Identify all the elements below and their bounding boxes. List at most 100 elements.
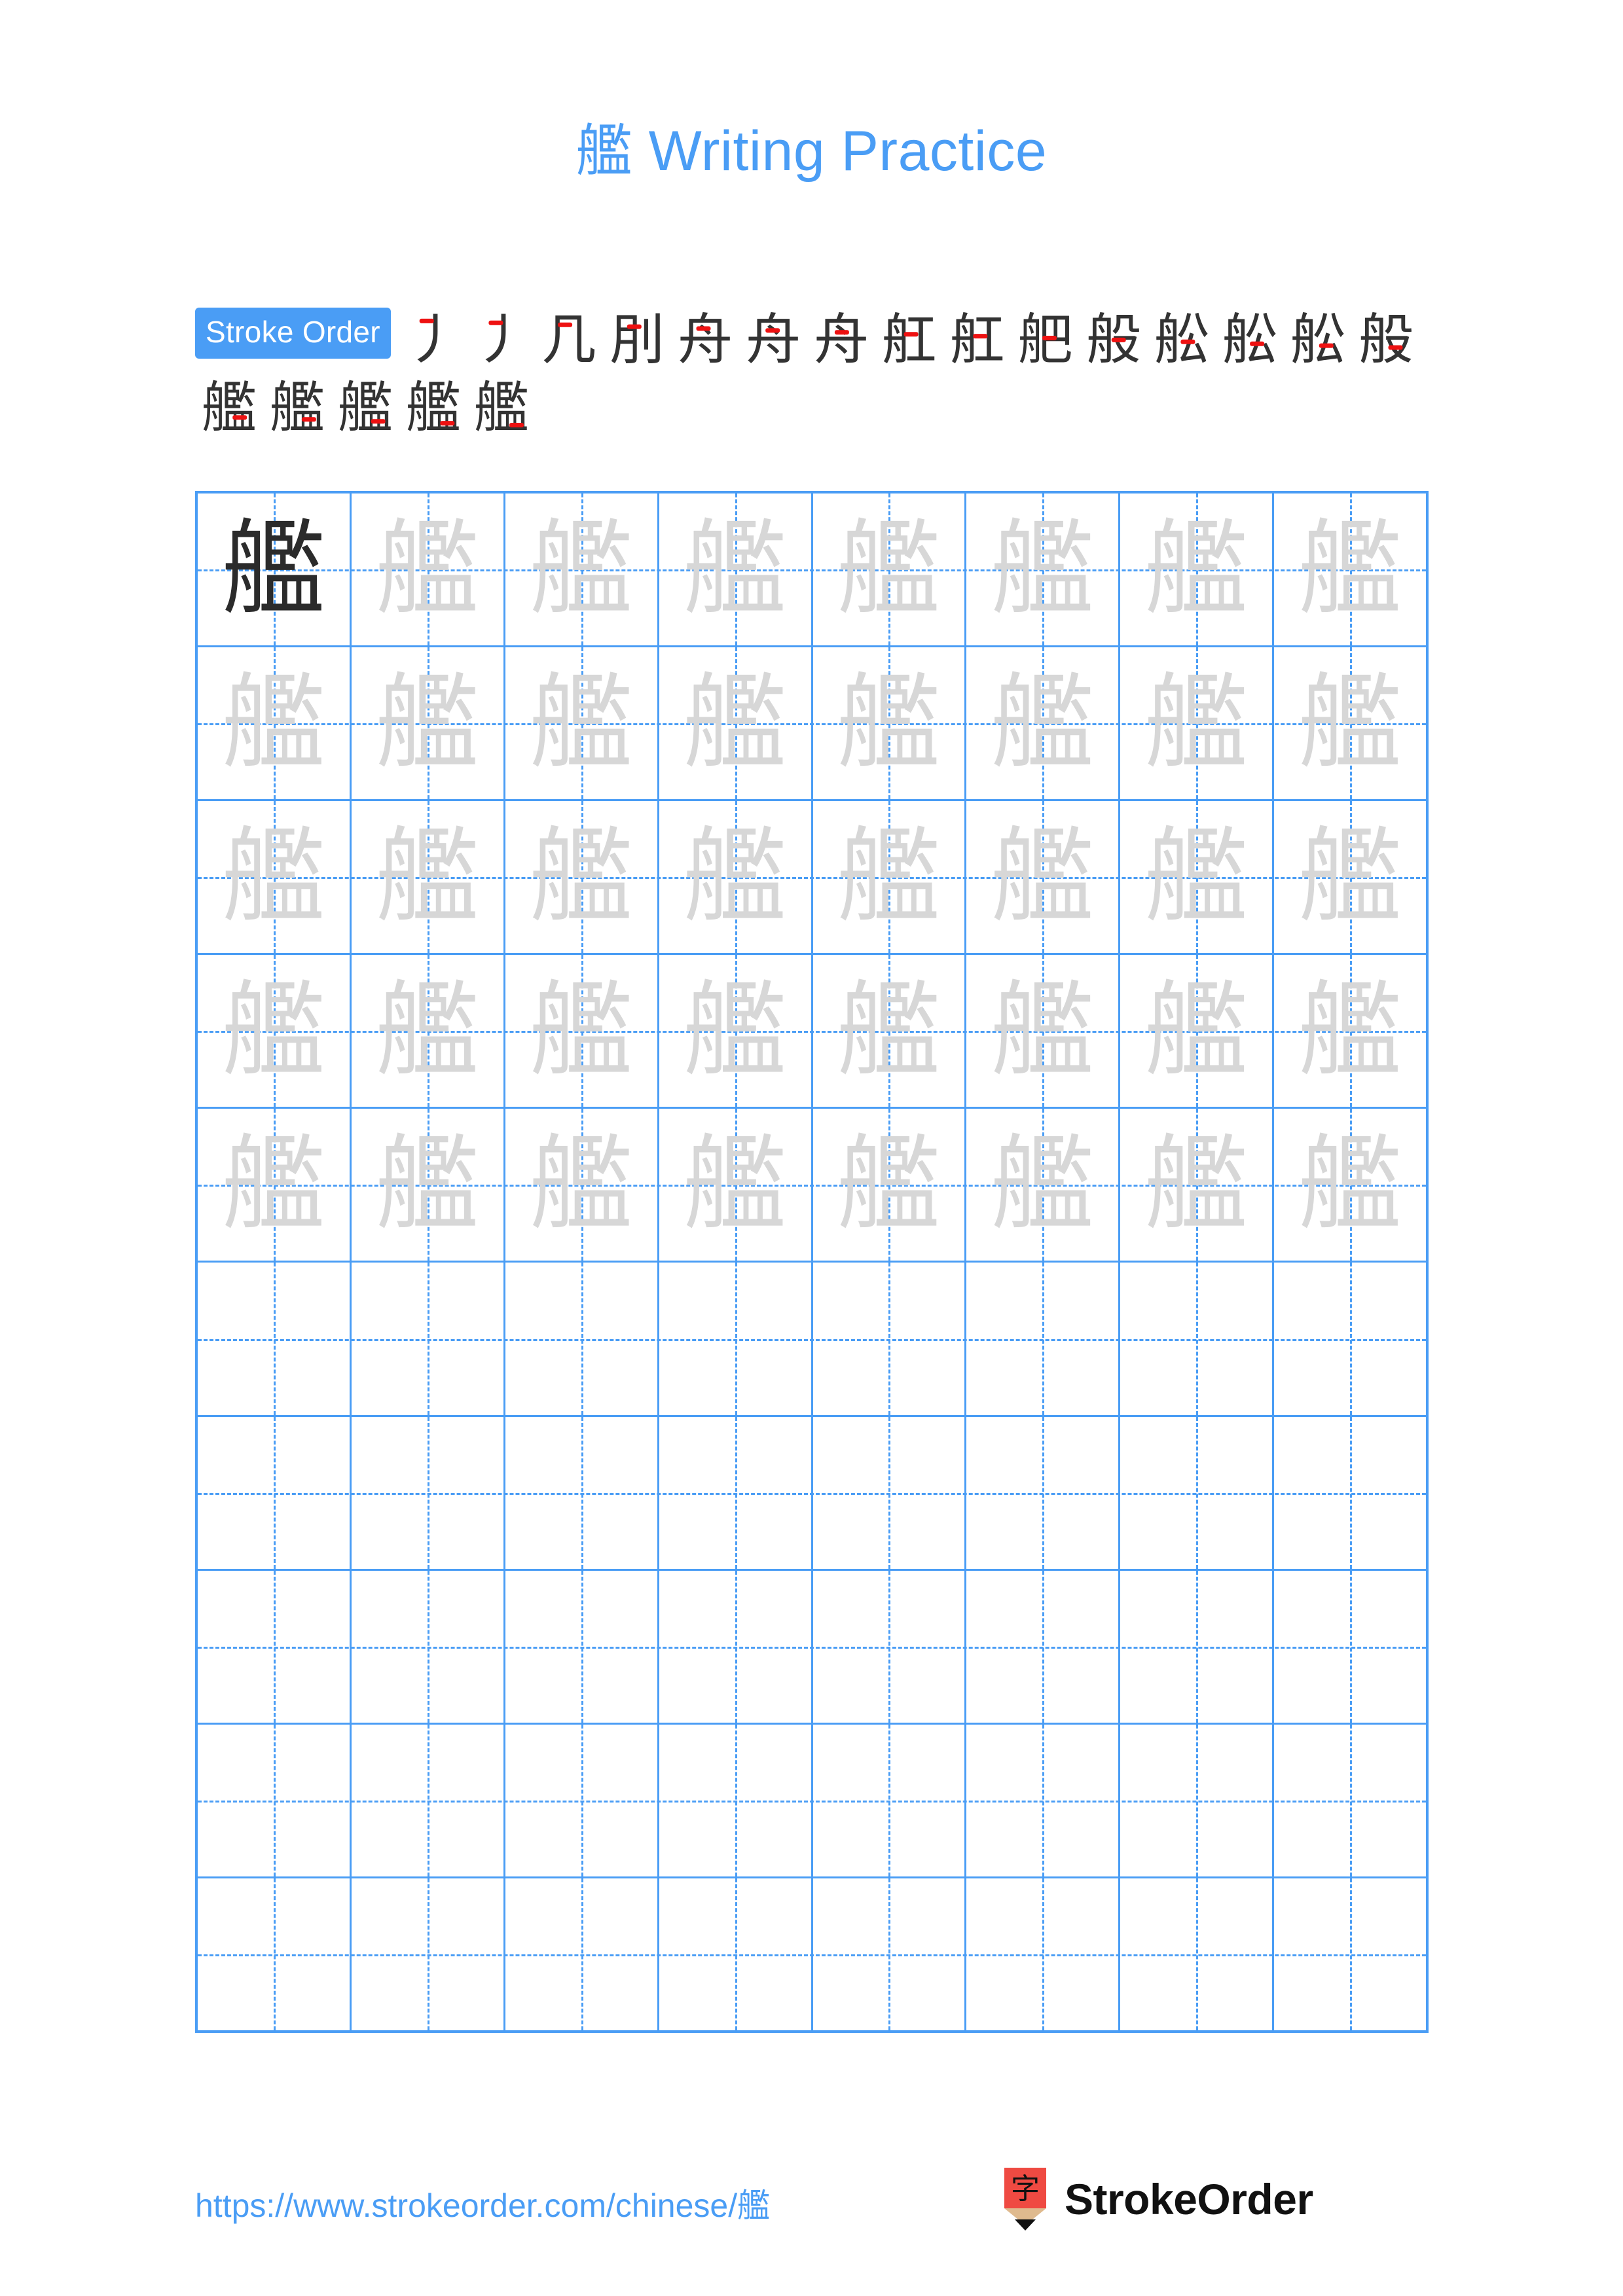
grid-cell-r10-c8[interactable] <box>1274 1878 1426 2031</box>
grid-cell-r2-c8[interactable]: 艦 <box>1274 647 1426 800</box>
grid-cell-r1-c2[interactable]: 艦 <box>352 493 505 646</box>
grid-cell-r1-c4[interactable]: 艦 <box>659 493 813 646</box>
grid-cell-r7-c6[interactable] <box>966 1416 1121 1569</box>
svg-text:艦: 艦 <box>474 376 529 440</box>
stroke-step-3: 几 <box>535 305 603 373</box>
grid-cell-r6-c8[interactable] <box>1274 1263 1426 1415</box>
grid-cell-r4-c8[interactable]: 艦 <box>1274 955 1426 1107</box>
grid-cell-r6-c3[interactable] <box>505 1263 659 1415</box>
grid-cell-r10-c6[interactable] <box>966 1878 1121 2031</box>
grid-cell-r5-c4[interactable]: 艦 <box>659 1109 813 1261</box>
grid-cell-r4-c7[interactable]: 艦 <box>1120 955 1275 1107</box>
grid-cell-r6-c1[interactable] <box>198 1263 352 1415</box>
grid-cell-r10-c1[interactable] <box>198 1878 352 2031</box>
grid-row: 艦艦艦艦艦艦艦艦 <box>198 493 1426 648</box>
trace-character: 艦 <box>529 1124 633 1246</box>
grid-cell-r2-c5[interactable]: 艦 <box>813 647 967 800</box>
grid-cell-r5-c5[interactable]: 艦 <box>813 1109 967 1261</box>
grid-cell-r2-c3[interactable]: 艦 <box>505 647 659 800</box>
grid-cell-r4-c2[interactable]: 艦 <box>352 955 505 1107</box>
grid-cell-r3-c3[interactable]: 艦 <box>505 801 659 954</box>
practice-grid: 艦艦艦艦艦艦艦艦艦艦艦艦艦艦艦艦艦艦艦艦艦艦艦艦艦艦艦艦艦艦艦艦艦艦艦艦艦艦艦艦 <box>195 491 1429 2033</box>
grid-cell-r7-c4[interactable] <box>659 1416 813 1569</box>
grid-row: 艦艦艦艦艦艦艦艦 <box>198 955 1426 1109</box>
footer-url[interactable]: https://www.strokeorder.com/chinese/艦 <box>195 2179 770 2227</box>
grid-cell-r10-c5[interactable] <box>813 1878 967 2031</box>
grid-cell-r1-c1[interactable]: 艦 <box>198 493 352 646</box>
grid-cell-r2-c6[interactable]: 艦 <box>966 647 1121 800</box>
grid-cell-r9-c6[interactable] <box>966 1724 1121 1876</box>
grid-cell-r6-c2[interactable] <box>352 1263 505 1415</box>
grid-cell-r8-c1[interactable] <box>198 1570 352 1723</box>
grid-cell-r9-c7[interactable] <box>1120 1724 1275 1876</box>
grid-cell-r3-c1[interactable]: 艦 <box>198 801 352 954</box>
grid-cell-r6-c6[interactable] <box>966 1263 1121 1415</box>
trace-character: 艦 <box>991 1124 1095 1246</box>
grid-cell-r4-c4[interactable]: 艦 <box>659 955 813 1107</box>
grid-cell-r1-c7[interactable]: 艦 <box>1120 493 1275 646</box>
grid-cell-r3-c6[interactable]: 艦 <box>966 801 1121 954</box>
grid-cell-r5-c8[interactable]: 艦 <box>1274 1109 1426 1261</box>
grid-cell-r10-c4[interactable] <box>659 1878 813 2031</box>
grid-cell-r8-c5[interactable] <box>813 1570 967 1723</box>
grid-cell-r7-c1[interactable] <box>198 1416 352 1569</box>
grid-cell-r2-c1[interactable]: 艦 <box>198 647 352 800</box>
grid-cell-r7-c2[interactable] <box>352 1416 505 1569</box>
grid-cell-r1-c8[interactable]: 艦 <box>1274 493 1426 646</box>
model-character: 艦 <box>221 509 325 630</box>
grid-cell-r2-c7[interactable]: 艦 <box>1120 647 1275 800</box>
brand-name: StrokeOrder <box>1065 2175 1313 2223</box>
grid-cell-r2-c2[interactable]: 艦 <box>352 647 505 800</box>
grid-cell-r10-c2[interactable] <box>352 1878 505 2031</box>
grid-cell-r6-c7[interactable] <box>1120 1263 1275 1415</box>
grid-cell-r9-c3[interactable] <box>505 1724 659 1876</box>
grid-cell-r3-c2[interactable]: 艦 <box>352 801 505 954</box>
grid-cell-r7-c7[interactable] <box>1120 1416 1275 1569</box>
grid-cell-r5-c6[interactable]: 艦 <box>966 1109 1121 1261</box>
grid-cell-r1-c3[interactable]: 艦 <box>505 493 659 646</box>
trace-character: 艦 <box>1298 509 1402 630</box>
trace-character: 艦 <box>683 971 787 1092</box>
grid-cell-r3-c5[interactable]: 艦 <box>813 801 967 954</box>
grid-cell-r8-c3[interactable] <box>505 1570 659 1723</box>
grid-cell-r10-c7[interactable] <box>1120 1878 1275 2031</box>
grid-cell-r2-c4[interactable]: 艦 <box>659 647 813 800</box>
grid-cell-r4-c1[interactable]: 艦 <box>198 955 352 1107</box>
stroke-step-11: 般 <box>1080 305 1148 373</box>
trace-character: 艦 <box>375 509 479 630</box>
grid-cell-r4-c3[interactable]: 艦 <box>505 955 659 1107</box>
grid-cell-r5-c7[interactable]: 艦 <box>1120 1109 1275 1261</box>
grid-cell-r7-c5[interactable] <box>813 1416 967 1569</box>
grid-cell-r8-c7[interactable] <box>1120 1570 1275 1723</box>
grid-cell-r1-c6[interactable]: 艦 <box>966 493 1121 646</box>
grid-cell-r8-c4[interactable] <box>659 1570 813 1723</box>
grid-cell-r6-c5[interactable] <box>813 1263 967 1415</box>
grid-cell-r3-c8[interactable]: 艦 <box>1274 801 1426 954</box>
grid-cell-r8-c2[interactable] <box>352 1570 505 1723</box>
stroke-step-9: 舡 <box>943 305 1012 373</box>
trace-character: 艦 <box>221 817 325 938</box>
grid-cell-r4-c6[interactable]: 艦 <box>966 955 1121 1107</box>
grid-cell-r1-c5[interactable]: 艦 <box>813 493 967 646</box>
grid-cell-r5-c2[interactable]: 艦 <box>352 1109 505 1261</box>
grid-cell-r9-c5[interactable] <box>813 1724 967 1876</box>
grid-cell-r9-c2[interactable] <box>352 1724 505 1876</box>
grid-cell-r6-c4[interactable] <box>659 1263 813 1415</box>
trace-character: 艦 <box>683 509 787 630</box>
grid-cell-r3-c7[interactable]: 艦 <box>1120 801 1275 954</box>
grid-cell-r9-c4[interactable] <box>659 1724 813 1876</box>
stroke-step-1: 丿 <box>399 305 467 373</box>
trace-character: 艦 <box>221 1124 325 1246</box>
grid-cell-r9-c8[interactable] <box>1274 1724 1426 1876</box>
grid-cell-r8-c8[interactable] <box>1274 1570 1426 1723</box>
grid-cell-r7-c8[interactable] <box>1274 1416 1426 1569</box>
grid-cell-r10-c3[interactable] <box>505 1878 659 2031</box>
grid-cell-r3-c4[interactable]: 艦 <box>659 801 813 954</box>
footer-brand[interactable]: 字 StrokeOrder <box>1000 2168 1313 2231</box>
grid-cell-r5-c1[interactable]: 艦 <box>198 1109 352 1261</box>
grid-cell-r4-c5[interactable]: 艦 <box>813 955 967 1107</box>
grid-cell-r7-c3[interactable] <box>505 1416 659 1569</box>
grid-cell-r9-c1[interactable] <box>198 1724 352 1876</box>
grid-cell-r8-c6[interactable] <box>966 1570 1121 1723</box>
grid-cell-r5-c3[interactable]: 艦 <box>505 1109 659 1261</box>
